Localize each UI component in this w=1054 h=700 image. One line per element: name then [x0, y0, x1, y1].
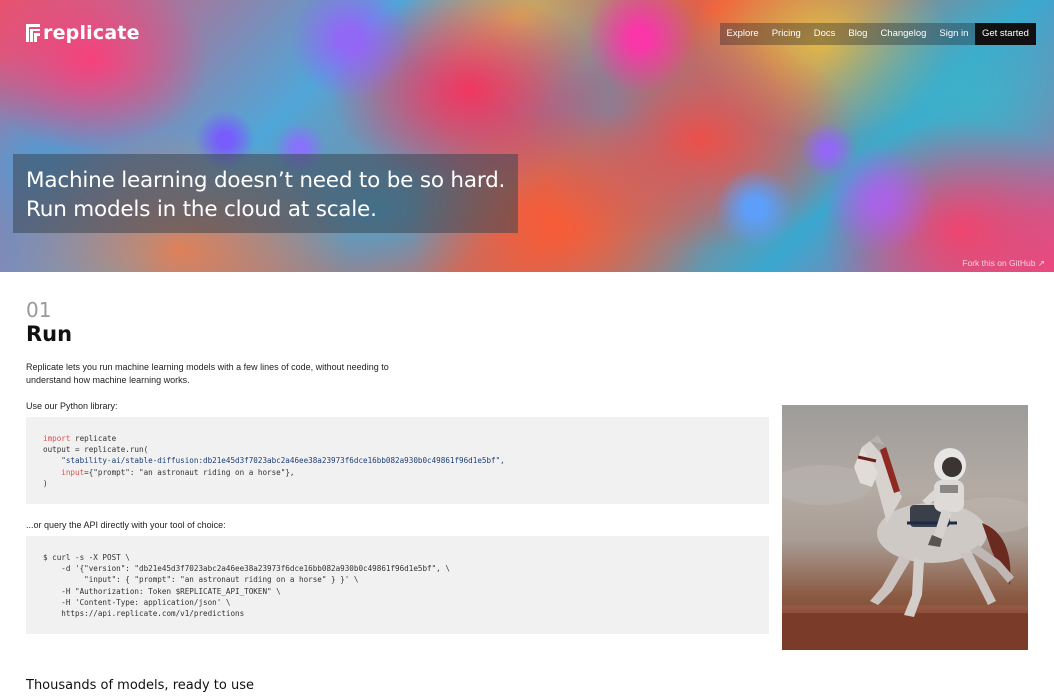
section-title: Run — [26, 322, 73, 346]
nav-blog[interactable]: Blog — [841, 23, 874, 45]
code-line-4: ={"prompt": "an astronaut riding on a ho… — [84, 467, 295, 477]
nav-changelog[interactable]: Changelog — [873, 23, 933, 45]
code-line-5: ) — [43, 478, 48, 488]
replicate-logo-icon — [26, 24, 40, 42]
api-label: ...or query the API directly with your t… — [26, 520, 226, 530]
curl-line: $ curl -s -X POST \ — [43, 553, 130, 562]
nav-sign-in[interactable]: Sign in — [932, 23, 975, 45]
nav-pricing[interactable]: Pricing — [765, 23, 808, 45]
section-number: 01 — [26, 298, 52, 322]
curl-line: -H "Authorization: Token $REPLICATE_API_… — [43, 586, 281, 596]
python-library-label: Use our Python library: — [26, 401, 118, 411]
python-code-block[interactable]: import replicate output = replicate.run(… — [26, 417, 769, 504]
curl-line: "input": { "prompt": "an astronaut ridin… — [43, 575, 359, 585]
brand-name: replicate — [43, 22, 140, 44]
nav-docs[interactable]: Docs — [807, 23, 842, 45]
code-keyword: import — [43, 434, 71, 443]
curl-code-block[interactable]: $ curl -s -X POST \ -d '{"version": "db2… — [26, 536, 769, 634]
code-line-2: output = replicate.run( — [43, 445, 149, 455]
hero-line-1: Machine learning doesn’t need to be so h… — [26, 168, 506, 193]
brand-logo[interactable]: replicate — [26, 22, 140, 44]
nav-explore[interactable]: Explore — [720, 23, 766, 45]
curl-line: https://api.replicate.com/v1/predictions — [43, 609, 245, 619]
get-started-button[interactable]: Get started — [974, 23, 1036, 45]
astronaut-horse-image — [782, 405, 1028, 650]
code-line-1: replicate — [70, 434, 117, 443]
code-arg: input — [43, 467, 85, 477]
code-line-3: "stability-ai/stable-diffusion:db21e45d3… — [43, 456, 505, 466]
hero-banner: replicate Explore Pricing Docs Blog Chan… — [0, 0, 1054, 272]
models-section-title: Thousands of models, ready to use — [26, 678, 254, 693]
fork-on-github-link[interactable]: Fork this on GitHub ↗ — [962, 258, 1045, 269]
hero-line-2: Run models in the cloud at scale. — [26, 197, 377, 222]
hero-headline: Machine learning doesn’t need to be so h… — [13, 154, 518, 233]
curl-line: -d '{"version": "db21e45d3f7023abc2a46ee… — [43, 564, 450, 574]
curl-line: -H 'Content-Type: application/json' \ — [43, 597, 231, 607]
top-nav: Explore Pricing Docs Blog Changelog Sign… — [720, 23, 1036, 45]
section-intro: Replicate lets you run machine learning … — [26, 362, 389, 385]
